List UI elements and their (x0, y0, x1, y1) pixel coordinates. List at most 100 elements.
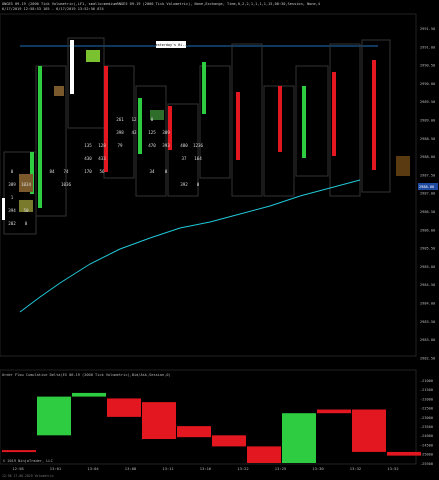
price-tick-label: 2985.50 (420, 247, 435, 251)
price-axis: 2991.50 2991.00 2990.50 2990.00 2989.50 2989.… (420, 27, 435, 360)
moving-average-line (19, 179, 361, 313)
bar-body (278, 86, 282, 152)
ask-volume: 0 (197, 182, 200, 187)
ask-volume: 1236 (193, 143, 204, 148)
current-price-label: 2988.00 (419, 185, 434, 189)
time-axis: 12:58 13:01 13:04 13:08 13:11 13:16 13:22 13:25… (12, 466, 398, 471)
bid-volume: 470 (148, 143, 156, 148)
price-tick-label: 2988.50 (420, 137, 435, 141)
bid-volume: 84 (49, 169, 55, 174)
cumulative-delta-title: Order Flow Cumulative Delta(ES 06-19 (20… (2, 373, 171, 377)
delta-candle (387, 451, 421, 456)
bid-volume: 79 (117, 143, 123, 148)
ask-volume: 56 (99, 169, 105, 174)
ask-volume: 12 (131, 117, 137, 122)
imbalance-cell (86, 50, 100, 62)
bid-volume: 261 (116, 117, 124, 122)
price-tick-label: 2989.00 (420, 119, 435, 123)
imbalance-cell (54, 86, 64, 96)
delta-candle (72, 392, 106, 397)
price-tick-label: 2983.50 (420, 320, 435, 324)
price-tick-label: 2988.00 (420, 155, 435, 159)
delta-candle (142, 402, 176, 440)
footprint-column (103, 65, 135, 179)
bar-body (236, 92, 240, 160)
delta-candle (212, 435, 246, 447)
footprint-bars (2, 37, 410, 235)
time-tick-label: 13:16 (200, 466, 212, 471)
time-tick-label: 13:32 (350, 466, 361, 471)
price-tick-label: 2984.50 (420, 283, 435, 287)
delta-tick-label: -22500 (420, 407, 433, 411)
delta-candle (2, 450, 36, 453)
ask-volume: 309 (162, 130, 170, 135)
time-tick-label: 13:04 (87, 466, 99, 471)
price-tick-label: 2982.50 (420, 356, 435, 360)
delta-tick-label: -21000 (420, 379, 433, 383)
bid-volume: 389 (8, 182, 16, 187)
time-tick-label: 13:01 (50, 466, 62, 471)
price-tick-label: 2987.50 (420, 173, 435, 177)
ask-volume: 393 (162, 143, 170, 148)
delta-tick-label: -25500 (420, 462, 433, 466)
bid-volume: 480 (180, 143, 188, 148)
delta-tick-label: -23500 (420, 425, 433, 429)
price-tick-label: 2983.00 (420, 338, 435, 342)
delta-candle (352, 409, 386, 452)
bid-volume: 34 (149, 169, 155, 174)
bid-volume: 1 (11, 195, 14, 200)
imbalance-cell (396, 156, 410, 176)
delta-tick-label: -22000 (420, 397, 433, 401)
time-tick-label: 13:22 (237, 466, 248, 471)
copyright: © 2019 NinjaTrader, LLC (3, 459, 53, 463)
bar-body (70, 40, 74, 94)
ask-volume: 164 (194, 156, 202, 161)
bid-volume: 202 (8, 221, 16, 226)
bid-volume: 430 (84, 156, 92, 161)
delta-candle (177, 426, 211, 438)
price-tick-label: 2987.00 (420, 192, 435, 196)
delta-tick-label: -21500 (420, 388, 433, 392)
ask-volume: 1036 (61, 182, 72, 187)
bar-body (332, 72, 336, 156)
price-tick-label: 2990.50 (420, 64, 435, 68)
delta-candle (107, 398, 141, 417)
delta-candle (247, 446, 281, 463)
delta-candle (317, 409, 351, 414)
bid-volume: 135 (84, 143, 92, 148)
ask-volume: 1034 (21, 182, 32, 187)
time-tick-label: 13:08 (125, 466, 137, 471)
bar-body (202, 62, 206, 114)
ask-volume: 74 (63, 169, 69, 174)
ask-volume: 43 (131, 130, 137, 135)
bid-volume: 170 (84, 169, 92, 174)
bar-body (372, 60, 376, 170)
bid-volume: 125 (148, 130, 156, 135)
delta-candle (37, 396, 71, 436)
delta-tick-label: -23000 (420, 416, 433, 420)
yesterday-high-label: Yesterday's Hi... (154, 43, 189, 47)
cumulative-delta-candles (2, 392, 421, 463)
ask-volume: 433 (98, 156, 106, 161)
delta-axis: -21000 -21500 -22000 -22500 -23000 -23500 -240… (420, 379, 433, 466)
ask-volume: 128 (98, 143, 106, 148)
bar-body (138, 98, 142, 154)
bid-volume: 37 (181, 156, 187, 161)
ask-volume: 0 (25, 221, 28, 226)
bar-body (2, 198, 5, 220)
bar-body (302, 86, 306, 158)
ask-volume: 0 (165, 169, 168, 174)
price-tick-label: 2991.50 (420, 27, 435, 31)
bid-volume: 398 (116, 130, 124, 135)
footprint-column (295, 65, 329, 177)
delta-candle (282, 413, 316, 463)
price-tick-label: 2985.00 (420, 265, 435, 269)
delta-tick-label: -25000 (420, 453, 433, 457)
price-tick-label: 2990.00 (420, 82, 435, 86)
price-tick-label: 2986.50 (420, 210, 435, 214)
chart-canvas[interactable]: Yesterday's Hi... 0389 10341394 50202 08… (0, 0, 439, 480)
price-tick-label: 2991.00 (420, 45, 435, 49)
bar-body (38, 66, 42, 208)
time-tick-label: 13:25 (275, 466, 286, 471)
price-tick-label: 2989.50 (420, 100, 435, 104)
